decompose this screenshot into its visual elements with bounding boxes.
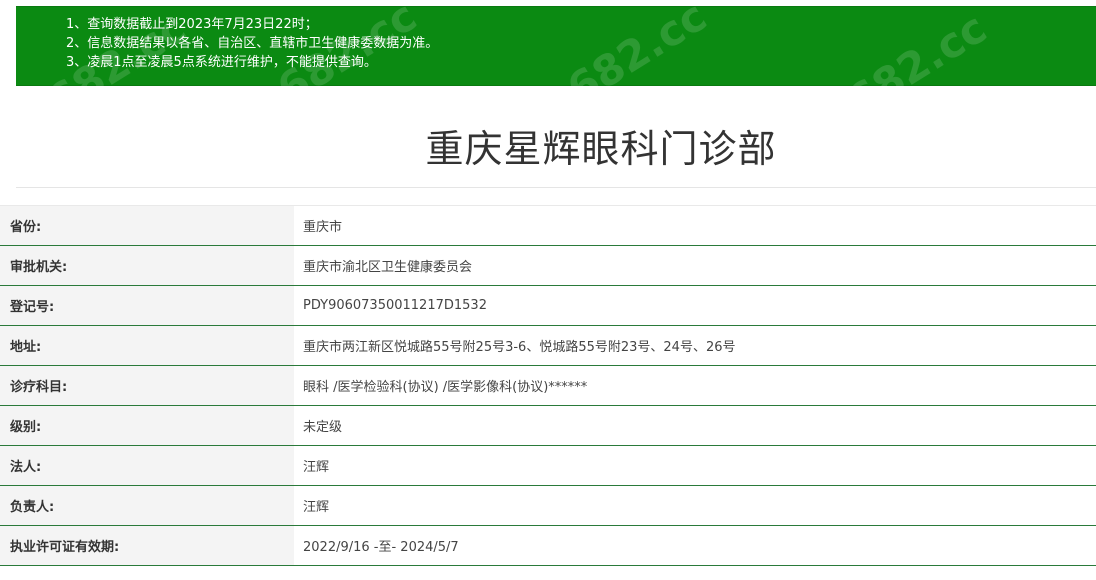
- table-row: 登记号: PDY90607350011217D1532: [0, 285, 1096, 326]
- table-row: 省份: 重庆市: [0, 205, 1096, 246]
- table-row: 执业许可证有效期: 2022/9/16 -至- 2024/5/7: [0, 525, 1096, 566]
- row-value-legal-person: 汪辉: [294, 445, 1096, 486]
- notice-line-1: 1、查询数据截止到2023年7月23日22时；: [66, 17, 318, 32]
- row-value-license-validity: 2022/9/16 -至- 2024/5/7: [294, 525, 1096, 566]
- row-label-person-in-charge: 负责人:: [0, 485, 294, 526]
- row-label-registration-number: 登记号:: [0, 285, 294, 326]
- row-label-province: 省份:: [0, 205, 294, 246]
- page: 1、查询数据截止到2023年7月23日22时； 2、信息数据结果以各省、自治区、…: [0, 0, 1096, 580]
- row-value-level: 未定级: [294, 405, 1096, 446]
- row-value-approval-authority: 重庆市渝北区卫生健康委员会: [294, 245, 1096, 286]
- info-table: 省份: 重庆市 审批机关: 重庆市渝北区卫生健康委员会 登记号: PDY9060…: [0, 205, 1096, 566]
- page-title: 重庆星辉眼科门诊部: [425, 127, 777, 171]
- title-area: 重庆星辉眼科门诊部: [16, 86, 1096, 190]
- table-row: 审批机关: 重庆市渝北区卫生健康委员会: [0, 245, 1096, 286]
- notice-line-2: 2、信息数据结果以各省、自治区、直辖市卫生健康委数据为准。: [66, 36, 439, 51]
- row-value-departments: 眼科 /医学检验科(协议) /医学影像科(协议)******: [294, 365, 1096, 406]
- row-label-legal-person: 法人:: [0, 445, 294, 486]
- table-row: 负责人: 汪辉: [0, 485, 1096, 526]
- title-divider: [16, 187, 1096, 188]
- table-row: 地址: 重庆市两江新区悦城路55号附25号3-6、悦城路55号附23号、24号、…: [0, 325, 1096, 366]
- notice-line-3: 3、凌晨1点至凌晨5点系统进行维护，不能提供查询。: [66, 55, 377, 70]
- row-value-person-in-charge: 汪辉: [294, 485, 1096, 526]
- row-label-address: 地址:: [0, 325, 294, 366]
- table-row: 级别: 未定级: [0, 405, 1096, 446]
- row-label-license-validity: 执业许可证有效期:: [0, 525, 294, 566]
- row-label-approval-authority: 审批机关:: [0, 245, 294, 286]
- table-row: 法人: 汪辉: [0, 445, 1096, 486]
- row-value-address: 重庆市两江新区悦城路55号附25号3-6、悦城路55号附23号、24号、26号: [294, 325, 1096, 366]
- notice-banner: 1、查询数据截止到2023年7月23日22时； 2、信息数据结果以各省、自治区、…: [16, 6, 1096, 86]
- table-row: 诊疗科目: 眼科 /医学检验科(协议) /医学影像科(协议)******: [0, 365, 1096, 406]
- row-label-departments: 诊疗科目:: [0, 365, 294, 406]
- row-label-level: 级别:: [0, 405, 294, 446]
- row-value-registration-number: PDY90607350011217D1532: [294, 285, 1096, 326]
- row-value-province: 重庆市: [294, 205, 1096, 246]
